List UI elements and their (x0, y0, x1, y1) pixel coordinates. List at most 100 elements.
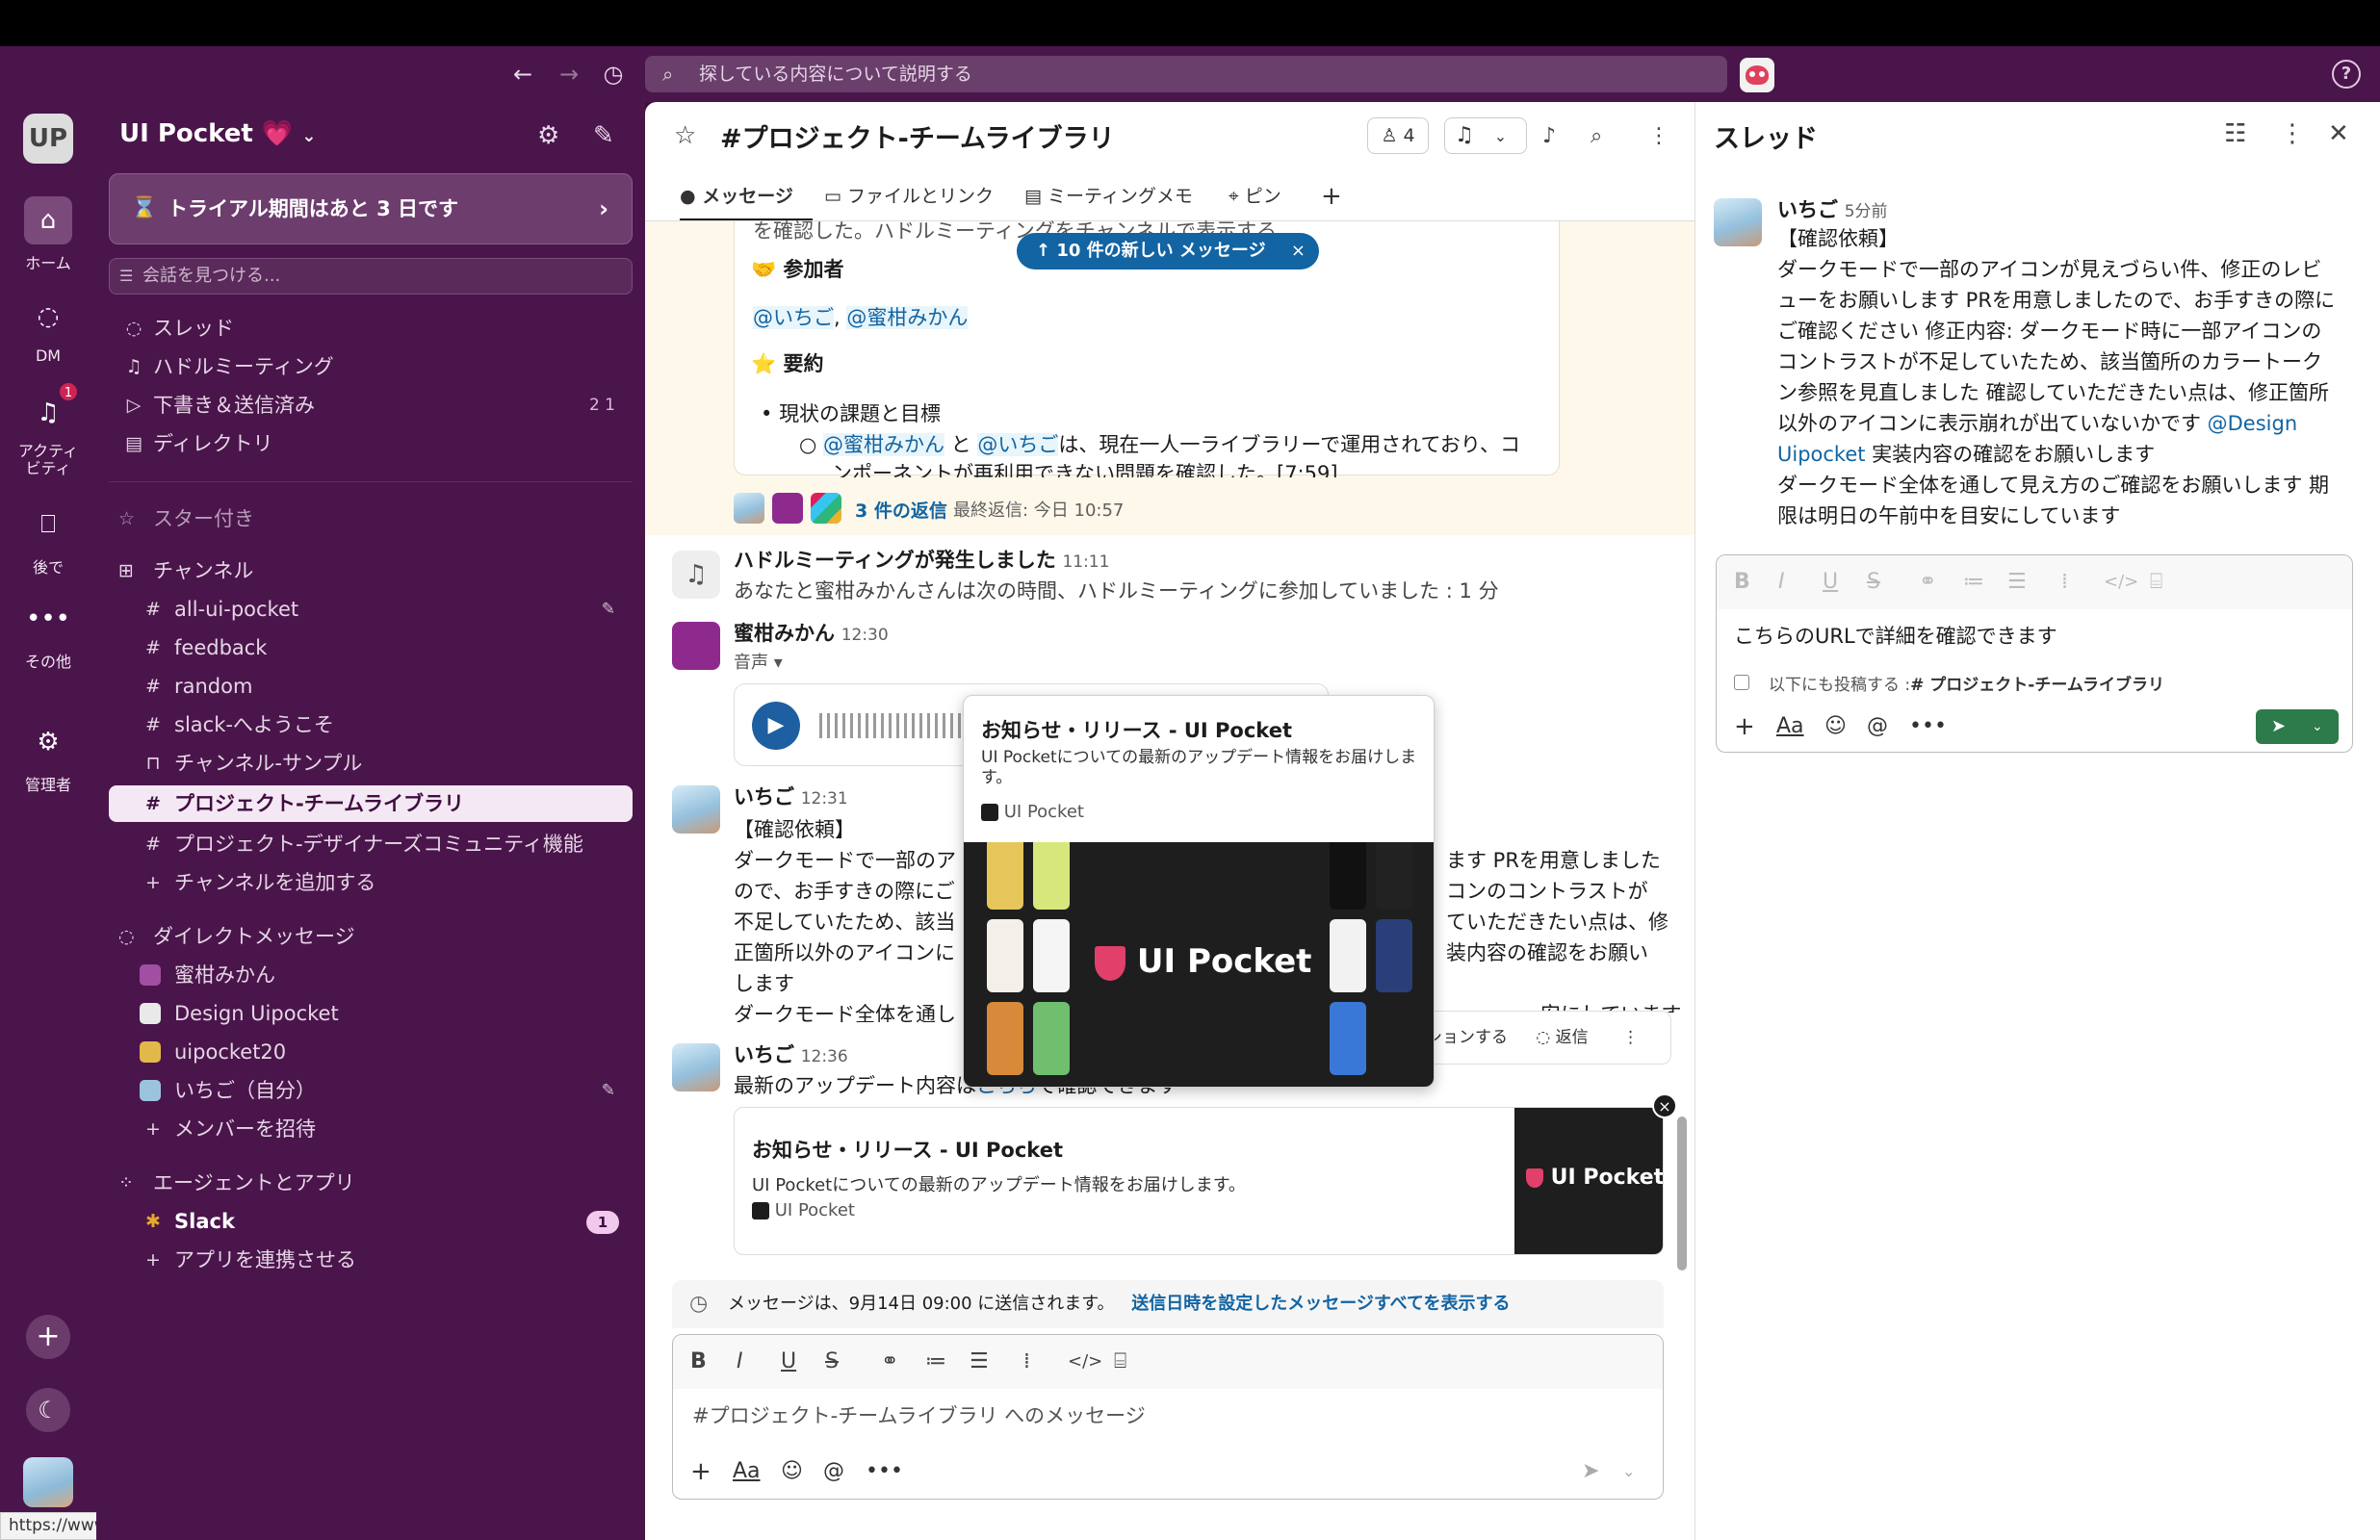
play-icon[interactable]: ▶ (752, 702, 800, 750)
link-preview-card[interactable]: お知らせ・リリース - UI Pocket UI Pocketについての最新のア… (734, 1107, 1664, 1255)
underline-icon[interactable]: U (781, 1335, 796, 1389)
avatar[interactable] (672, 785, 720, 834)
bullet-list-icon[interactable]: ☰ (970, 1335, 989, 1389)
blockquote-icon[interactable]: ⁞ (1023, 1335, 1030, 1389)
text-format-icon[interactable]: Aa (1776, 709, 1804, 744)
search-bar[interactable]: ⌕ 探している内容について説明する (645, 56, 1727, 92)
sidebar-channel[interactable]: # slack-へようこそ (109, 706, 633, 743)
rail-more[interactable]: ••• その他 (0, 595, 96, 672)
sidebar-item-directory[interactable]: ▤ ディレクトリ (109, 425, 633, 462)
message-input[interactable]: #プロジェクト-チームライブラリ へのメッセージ (692, 1400, 1146, 1429)
trial-banner[interactable]: ⌛ トライアル期間はあと 3 日です › (109, 173, 633, 244)
link-title[interactable]: お知らせ・リリース - UI Pocket (752, 1135, 1063, 1164)
close-icon[interactable]: × (1291, 233, 1306, 270)
send-icon[interactable]: ➤ (1582, 1454, 1599, 1489)
sidebar-dm[interactable]: uipocket20 (109, 1034, 633, 1070)
user-avatar[interactable] (23, 1457, 73, 1507)
moon-icon[interactable]: ☾ (26, 1388, 70, 1432)
sidebar-item-threads[interactable]: ◌ スレッド (109, 310, 633, 346)
replies-link[interactable]: 3 件の返信 (855, 497, 947, 523)
channel-title[interactable]: #プロジェクト-チームライブラリ (720, 117, 1115, 155)
connect-app-button[interactable]: + アプリを連携させる (109, 1242, 633, 1278)
more-horizontal-icon[interactable]: ••• (866, 1454, 903, 1489)
chevron-down-icon[interactable]: ⌄ (1622, 1454, 1635, 1489)
link-hover-preview[interactable]: お知らせ・リリース - UI Pocket UI Pocketについての最新のア… (963, 695, 1435, 1088)
section-dms[interactable]: ◌ ダイレクトメッセージ (109, 918, 355, 955)
find-conversation-input[interactable]: ☰ 会話を見つける... (109, 258, 633, 295)
more-horizontal-icon[interactable]: ••• (1909, 709, 1947, 744)
avatar[interactable] (672, 1043, 720, 1091)
underline-icon[interactable]: U (1823, 555, 1838, 609)
sidebar-channel[interactable]: # feedback (109, 629, 633, 666)
link-icon[interactable]: ⚭ (1919, 555, 1936, 609)
ordered-list-icon[interactable]: ≔ (1963, 555, 1984, 609)
rail-later[interactable]: ⎕ 後で (0, 500, 96, 578)
notification-icon[interactable]: ♪ (1542, 119, 1556, 154)
mention[interactable]: @Design (2208, 412, 2298, 435)
invite-members-button[interactable]: + メンバーを招待 (109, 1111, 633, 1147)
code-icon[interactable]: </> (2104, 555, 2138, 609)
help-icon[interactable]: ? (2332, 60, 2361, 89)
mention-icon[interactable]: @ (1867, 709, 1888, 744)
italic-icon[interactable]: I (737, 1335, 743, 1389)
forward-arrow-icon[interactable]: → (553, 58, 585, 90)
section-apps[interactable]: ⁘ エージェントとアプリ (109, 1165, 355, 1201)
sidebar-item-huddles[interactable]: ♫ ハドルミーティング (109, 348, 633, 385)
chevron-down-icon[interactable]: ⌄ (2312, 709, 2323, 744)
rail-activity[interactable]: ♫ アクティビティ (0, 389, 96, 477)
also-post-checkbox[interactable] (1734, 675, 1749, 690)
send-button[interactable]: ➤ ⌄ (2256, 709, 2339, 744)
sidebar-channel-active[interactable]: # プロジェクト-チームライブラリ (109, 785, 633, 822)
code-block-icon[interactable]: ⌸ (2150, 555, 2162, 609)
close-icon[interactable]: ✕ (2328, 119, 2349, 148)
thread-reply-input[interactable]: こちらのURLで詳細を確認できます (1734, 621, 2057, 650)
history-icon[interactable]: ◷ (597, 58, 630, 90)
settings-gear-icon[interactable]: ⚙ (537, 121, 559, 150)
search-icon[interactable]: ⌕ (1591, 119, 1602, 154)
preview-title[interactable]: お知らせ・リリース - UI Pocket (981, 715, 1292, 744)
sidebar-dm[interactable]: いちご（自分） ✎ (109, 1072, 633, 1109)
sidebar-channel[interactable]: ⊓ チャンネル-サンプル (109, 745, 633, 782)
strikethrough-icon[interactable]: S (825, 1335, 839, 1389)
sidebar-app-slack[interactable]: ✱ Slack 1 (109, 1203, 633, 1240)
section-channels[interactable]: ⊞ チャンネル (109, 552, 253, 589)
avatar[interactable] (1714, 198, 1762, 246)
sidebar-dm[interactable]: Design Uipocket (109, 995, 633, 1032)
ai-assistant-icon[interactable] (1740, 58, 1774, 92)
reply-button[interactable]: ◌ 返信 (1536, 1028, 1588, 1047)
link-icon[interactable]: ⚭ (881, 1335, 898, 1389)
mention[interactable]: @いちご (753, 306, 834, 329)
code-icon[interactable]: </> (1068, 1335, 1102, 1389)
rail-dm[interactable]: ◌ DM (0, 293, 96, 365)
star-icon[interactable]: ☆ (674, 121, 696, 150)
mention[interactable]: @蜜柑みかん (823, 433, 944, 456)
more-vertical-icon[interactable]: ⋮ (2280, 119, 2305, 148)
members-button[interactable]: ♙ 4 (1367, 117, 1429, 154)
text-format-icon[interactable]: Aa (733, 1454, 761, 1489)
thread-reply-composer[interactable]: B I U S ⚭ ≔ ☰ ⁞ </> ⌸ こちらのURLで詳細を確認できます … (1716, 554, 2353, 753)
sidebar-channel[interactable]: # all-ui-pocket ✎ (109, 591, 633, 628)
message-composer[interactable]: B I U S ⚭ ≔ ☰ ⁞ </> ⌸ #プロジェクト-チームライブラリ へ… (672, 1334, 1664, 1500)
plus-icon[interactable]: + (1734, 709, 1755, 744)
plus-icon[interactable]: + (690, 1454, 711, 1489)
more-vertical-icon[interactable]: ⋮ (1648, 119, 1669, 154)
section-starred[interactable]: ☆ スター付き (109, 500, 254, 537)
italic-icon[interactable]: I (1778, 555, 1785, 609)
mention[interactable]: @蜜柑みかん (846, 306, 969, 329)
new-messages-banner[interactable]: ↑ 10 件の新しい メッセージ × (1017, 233, 1319, 270)
more-vertical-icon[interactable]: ⋮ (1622, 1028, 1639, 1047)
bullet-list-icon[interactable]: ☰ (2007, 555, 2027, 609)
mention[interactable]: @いちご (977, 433, 1059, 456)
workspace-switcher[interactable]: UP (23, 114, 73, 164)
emoji-icon[interactable]: ☺ (1824, 709, 1847, 744)
strikethrough-icon[interactable]: S (1867, 555, 1880, 609)
thread-list-icon[interactable]: ☷ (2224, 119, 2246, 148)
back-arrow-icon[interactable]: ← (506, 58, 539, 90)
sidebar-dm[interactable]: 蜜柑みかん (109, 957, 633, 993)
huddle-button[interactable]: ♫ ⌄ (1444, 117, 1527, 154)
add-workspace-button[interactable]: + (26, 1315, 70, 1359)
voice-toggle[interactable]: 音声 ▾ (734, 649, 783, 674)
avatar[interactable] (672, 622, 720, 670)
sidebar-channel[interactable]: # random (109, 668, 633, 705)
add-channel-button[interactable]: + チャンネルを追加する (109, 864, 633, 901)
